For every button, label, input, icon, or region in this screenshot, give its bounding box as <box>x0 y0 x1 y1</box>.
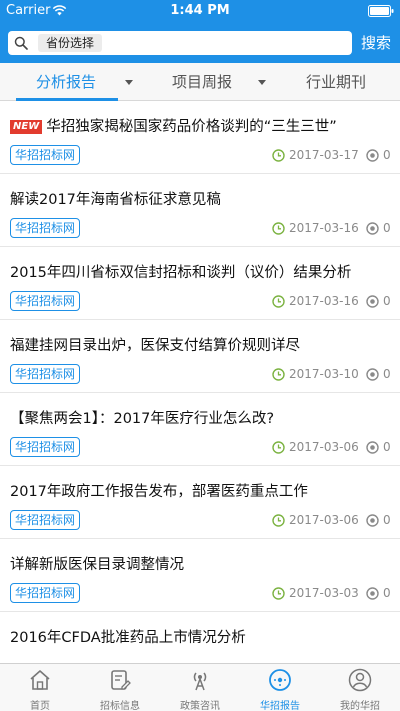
view-count-icon <box>366 587 379 600</box>
article-list[interactable]: NEW 华招独家揭秘国家药品价格谈判的“三生三世” 华招招标网 2017-03-1… <box>0 101 400 663</box>
search-button[interactable]: 搜索 <box>356 31 396 55</box>
article-title: 福建挂网目录出炉，医保支付结算价规则详尽 <box>10 338 300 354</box>
tabbar-item-my-huazhao[interactable]: 我的华招 <box>320 664 400 711</box>
status-bar: Carrier 1:44 PM <box>0 0 400 22</box>
view-count-icon <box>366 368 379 381</box>
source-tag: 华招招标网 <box>10 145 81 165</box>
article-row[interactable]: 2017年政府工作报告发布，部署医药重点工作 华招招标网 2017-03-06 … <box>0 466 400 539</box>
article-title: 2016年CFDA批准药品上市情况分析 <box>10 630 246 646</box>
article-title: 解读2017年海南省标征求意见稿 <box>10 192 221 208</box>
tabbar-item-huazhao-report[interactable]: 华招报告 <box>240 664 320 711</box>
tabbar-label: 招标信息 <box>100 701 140 711</box>
chevron-down-icon[interactable] <box>258 80 266 85</box>
tabbar-label: 我的华招 <box>340 701 380 711</box>
article-row[interactable]: 详解新版医保目录调整情况 华招招标网 2017-03-03 0 <box>0 539 400 612</box>
article-date: 2017-03-06 <box>289 513 359 527</box>
article-row[interactable]: 解读2017年海南省标征求意见稿 华招招标网 2017-03-16 0 <box>0 174 400 247</box>
broadcast-icon <box>193 672 207 691</box>
tabbar-label: 华招报告 <box>260 701 300 711</box>
chevron-down-icon[interactable] <box>125 80 133 85</box>
source-tag: 华招招标网 <box>10 291 81 311</box>
view-count: 0 <box>383 586 391 600</box>
view-count-icon <box>366 149 379 162</box>
search-icon <box>14 36 28 50</box>
view-count: 0 <box>383 513 391 527</box>
source-tag: 华招招标网 <box>10 218 81 238</box>
source-tag: 华招招标网 <box>10 583 81 603</box>
clock-icon <box>272 222 285 235</box>
source-tag: 华招招标网 <box>10 437 81 457</box>
tabbar-item-policy-news[interactable]: 政策咨讯 <box>160 664 240 711</box>
article-date: 2017-03-17 <box>289 148 359 162</box>
view-count-icon <box>366 222 379 235</box>
province-select-chip[interactable]: 省份选择 <box>38 34 103 52</box>
view-count: 0 <box>383 221 391 235</box>
article-row[interactable]: 福建挂网目录出炉，医保支付结算价规则详尽 华招招标网 2017-03-10 0 <box>0 320 400 393</box>
compass-icon <box>269 669 291 691</box>
article-row[interactable]: 2016年CFDA批准药品上市情况分析 <box>0 612 400 663</box>
document-edit-icon <box>111 670 131 690</box>
article-row[interactable]: NEW 华招独家揭秘国家药品价格谈判的“三生三世” 华招招标网 2017-03-1… <box>0 101 400 174</box>
status-time: 1:44 PM <box>170 3 230 18</box>
article-title-text: 华招独家揭秘国家药品价格谈判的“三生三世” <box>46 119 337 135</box>
article-row[interactable]: 【聚焦两会1】：2017年医疗行业怎么改? 华招招标网 2017-03-06 0 <box>0 393 400 466</box>
article-date: 2017-03-16 <box>289 221 359 235</box>
source-tag: 华招招标网 <box>10 364 81 384</box>
view-count: 0 <box>383 294 391 308</box>
article-date: 2017-03-06 <box>289 440 359 454</box>
view-count-icon <box>366 441 379 454</box>
new-badge: NEW <box>10 120 43 134</box>
article-date: 2017-03-10 <box>289 367 359 381</box>
tab-analysis-report[interactable]: 分析报告 <box>36 63 96 101</box>
view-count: 0 <box>383 440 391 454</box>
tabbar-item-bidding-info[interactable]: 招标信息 <box>80 664 160 711</box>
article-date: 2017-03-03 <box>289 586 359 600</box>
clock-icon <box>272 441 285 454</box>
clock-icon <box>272 149 285 162</box>
bottom-tab-bar: 首页 招标信息 政策咨讯 华招报告 我的华招 <box>0 663 400 711</box>
article-title: 详解新版医保目录调整情况 <box>10 557 184 573</box>
search-bar[interactable]: 省份选择 <box>8 31 352 55</box>
clock-icon <box>272 295 285 308</box>
view-count-icon <box>366 514 379 527</box>
tabbar-label: 政策咨讯 <box>180 701 220 711</box>
source-tag: 华招招标网 <box>10 510 81 530</box>
view-count-icon <box>366 295 379 308</box>
view-count: 0 <box>383 367 391 381</box>
tabbar-label: 首页 <box>30 701 50 711</box>
clock-icon <box>272 587 285 600</box>
article-title: NEW 华招独家揭秘国家药品价格谈判的“三生三世” <box>10 115 337 136</box>
article-date: 2017-03-16 <box>289 294 359 308</box>
article-title: 2015年四川省标双信封招标和谈判（议价）结果分析 <box>10 265 352 281</box>
clock-icon <box>272 368 285 381</box>
tabbar-item-home[interactable]: 首页 <box>0 664 80 711</box>
home-icon <box>30 670 50 690</box>
category-tabs: 分析报告 项目周报 行业期刊 <box>0 63 400 101</box>
top-bar: Carrier 1:44 PM 省份选择 搜索 <box>0 0 400 63</box>
view-count: 0 <box>383 148 391 162</box>
battery-icon <box>368 5 394 17</box>
tab-project-weekly[interactable]: 项目周报 <box>172 63 232 101</box>
article-row[interactable]: 2015年四川省标双信封招标和谈判（议价）结果分析 华招招标网 2017-03-… <box>0 247 400 320</box>
clock-icon <box>272 514 285 527</box>
article-title: 【聚焦两会1】：2017年医疗行业怎么改? <box>10 411 275 427</box>
tab-industry-journal[interactable]: 行业期刊 <box>306 63 366 101</box>
user-icon <box>348 668 372 692</box>
article-title: 2017年政府工作报告发布，部署医药重点工作 <box>10 484 308 500</box>
